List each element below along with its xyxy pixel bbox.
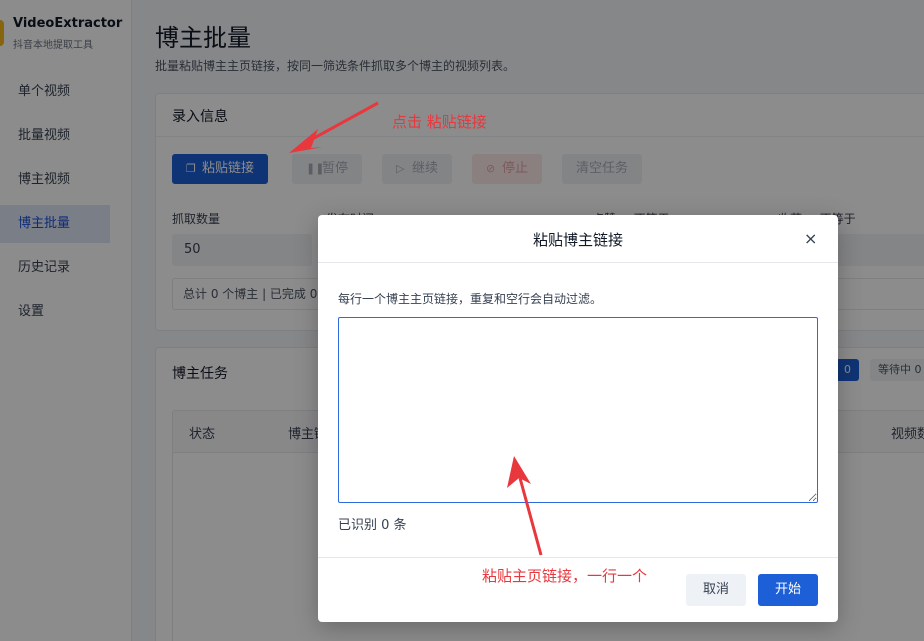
dialog-hint: 每行一个博主主页链接，重复和空行会自动过滤。	[338, 292, 603, 306]
dialog-footer-divider	[318, 557, 838, 558]
annotation-paste-hint: 粘贴主页链接，一行一个	[482, 567, 648, 585]
paste-links-dialog: 粘贴博主链接 × 每行一个博主主页链接，重复和空行会自动过滤。 已识别 0 条 …	[318, 215, 838, 622]
links-textarea[interactable]	[338, 317, 818, 503]
annotation-click-paste: 点击 粘贴链接	[392, 113, 487, 131]
start-button[interactable]: 开始	[758, 574, 818, 606]
dialog-title: 粘贴博主链接	[532, 231, 623, 249]
dialog-header-divider	[318, 262, 838, 263]
cancel-button[interactable]: 取消	[686, 574, 746, 606]
close-icon[interactable]: ×	[804, 229, 817, 248]
recognized-count: 已识别 0 条	[338, 518, 407, 533]
